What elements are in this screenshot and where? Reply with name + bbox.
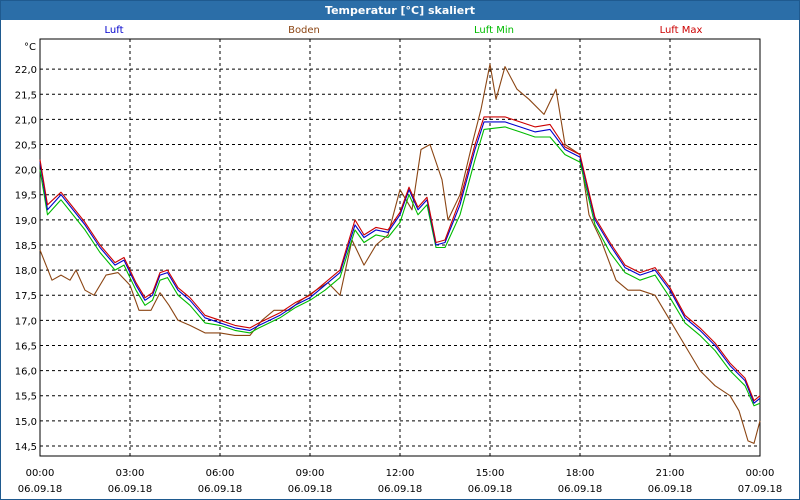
y-tick-label: 17,0 xyxy=(15,316,37,327)
x-tick-time: 09:00 xyxy=(296,468,325,479)
legend-entry-luft: Luft xyxy=(105,25,124,36)
y-tick-label: 17,5 xyxy=(15,291,37,302)
x-tick-time: 15:00 xyxy=(476,468,505,479)
legend-entry-luft-max: Luft Max xyxy=(660,25,703,36)
x-tick-date: 06.09.18 xyxy=(18,484,63,495)
y-tick-label: 22,0 xyxy=(15,65,37,76)
x-tick-time: 00:00 xyxy=(746,468,775,479)
y-tick-label: 18,5 xyxy=(15,241,37,252)
x-tick-time: 03:00 xyxy=(116,468,145,479)
y-tick-label: 20,0 xyxy=(15,166,37,177)
x-tick-date: 06.09.18 xyxy=(198,484,243,495)
y-tick-label: 16,0 xyxy=(15,367,37,378)
y-tick-label: 15,0 xyxy=(15,417,37,428)
y-tick-label: 20,5 xyxy=(15,141,37,152)
y-tick-label: 14,5 xyxy=(15,442,37,453)
x-tick-date: 06.09.18 xyxy=(558,484,603,495)
x-tick-date: 06.09.18 xyxy=(108,484,153,495)
y-tick-label: 19,5 xyxy=(15,191,37,202)
x-tick-time: 00:00 xyxy=(26,468,55,479)
x-tick-date: 06.09.18 xyxy=(378,484,423,495)
window-title: Temperatur [°C] skaliert xyxy=(1,1,799,20)
x-tick-date: 07.09.18 xyxy=(738,484,783,495)
x-tick-time: 18:00 xyxy=(566,468,595,479)
y-tick-label: 21,0 xyxy=(15,115,37,126)
y-axis-label: °C xyxy=(24,42,36,53)
y-tick-label: 19,0 xyxy=(15,216,37,227)
legend-entry-luft-min: Luft Min xyxy=(474,25,514,36)
y-tick-label: 16,5 xyxy=(15,341,37,352)
legend-entry-boden: Boden xyxy=(288,25,320,36)
x-tick-time: 21:00 xyxy=(656,468,685,479)
chart-window: Temperatur [°C] skaliert 22,0 21,5 21,0 20,… xyxy=(0,0,800,500)
y-tick-label: 15,5 xyxy=(15,392,37,403)
x-tick-date: 06.09.18 xyxy=(648,484,693,495)
y-tick-label: 21,5 xyxy=(15,90,37,101)
x-tick-date: 06.09.18 xyxy=(288,484,333,495)
x-tick-date: 06.09.18 xyxy=(468,484,513,495)
chart-area: 22,0 21,5 21,0 20,5 20,0 19,5 19,0 18,5 18,0 17,5… xyxy=(15,25,783,495)
y-tick-label: 18,0 xyxy=(15,266,37,277)
x-tick-time: 06:00 xyxy=(206,468,235,479)
x-tick-time: 12:00 xyxy=(386,468,415,479)
